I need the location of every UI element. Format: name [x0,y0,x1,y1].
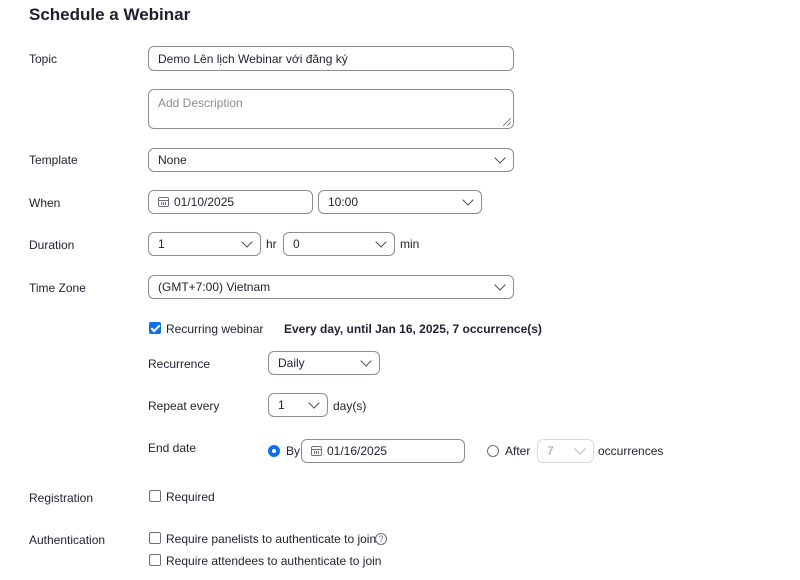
occurrences-value: 7 [547,444,554,458]
repeat-interval-value: 1 [278,398,285,412]
repeat-every-label: Repeat every [148,399,220,413]
calendar-icon [158,197,169,207]
start-time-select[interactable]: 10:00 [318,190,482,214]
chevron-down-icon [360,355,372,367]
registration-required-label[interactable]: Required [166,489,215,505]
occurrences-select[interactable]: 7 [537,439,594,463]
chevron-down-icon [375,236,387,248]
topic-value: Demo Lên lịch Webinar với đăng ký [158,51,348,66]
attendees-auth-checkbox[interactable] [149,554,161,566]
registration-label: Registration [29,491,94,505]
template-value: None [158,153,187,167]
end-date-value: 01/16/2025 [327,444,388,458]
help-icon[interactable]: ? [375,533,387,545]
attendees-auth-label[interactable]: Require attendees to authenticate to joi… [166,553,381,569]
duration-label: Duration [29,238,75,252]
topic-input[interactable]: Demo Lên lịch Webinar với đăng ký [148,46,514,71]
page-title: Schedule a Webinar [29,5,191,24]
duration-hours-value: 1 [158,237,165,251]
end-date-label: End date [148,441,197,455]
recurrence-label: Recurrence [148,357,211,371]
hours-unit: hr [266,237,277,251]
end-date-picker[interactable]: 01/16/2025 [301,439,465,463]
recurrence-value: Daily [278,356,305,370]
start-time-value: 10:00 [328,195,359,209]
calendar-icon [311,446,322,456]
when-label: When [29,196,61,210]
minutes-unit: min [400,237,420,251]
template-label: Template [29,153,78,167]
duration-hours-select[interactable]: 1 [148,232,261,256]
chevron-down-icon [494,152,506,164]
recurrence-select[interactable]: Daily [268,351,380,375]
timezone-select[interactable]: (GMT+7:00) Vietnam [148,275,514,299]
occurrences-unit: occurrences [598,444,664,458]
chevron-down-icon [462,194,474,206]
chevron-down-icon [241,236,253,248]
resize-handle-icon[interactable] [503,118,511,126]
description-textarea[interactable]: Add Description [148,89,514,129]
registration-required-checkbox[interactable] [149,490,161,502]
start-date-picker[interactable]: 01/10/2025 [148,190,313,214]
repeat-interval-select[interactable]: 1 [268,393,328,417]
repeat-unit: day(s) [333,399,367,413]
recurrence-summary: Every day, until Jan 16, 2025, 7 occurre… [284,322,542,336]
chevron-down-icon [574,443,586,455]
panelists-auth-checkbox[interactable] [149,532,161,544]
description-placeholder: Add Description [158,96,243,110]
duration-minutes-select[interactable]: 0 [283,232,395,256]
template-select[interactable]: None [148,148,514,172]
recurring-checkbox-label[interactable]: Recurring webinar [166,321,263,337]
start-date-value: 01/10/2025 [174,195,235,209]
panelists-auth-label[interactable]: Require panelists to authenticate to joi… [166,531,376,547]
chevron-down-icon [308,397,320,409]
duration-minutes-value: 0 [293,237,300,251]
end-by-label[interactable]: By [286,443,300,459]
timezone-value: (GMT+7:00) Vietnam [158,280,271,294]
recurring-checkbox[interactable] [149,322,161,334]
end-after-radio[interactable] [487,445,499,457]
end-by-radio[interactable] [268,445,280,457]
topic-label: Topic [29,52,58,66]
timezone-label: Time Zone [29,281,86,295]
end-after-label[interactable]: After [505,443,530,459]
authentication-label: Authentication [29,533,106,547]
chevron-down-icon [494,279,506,291]
